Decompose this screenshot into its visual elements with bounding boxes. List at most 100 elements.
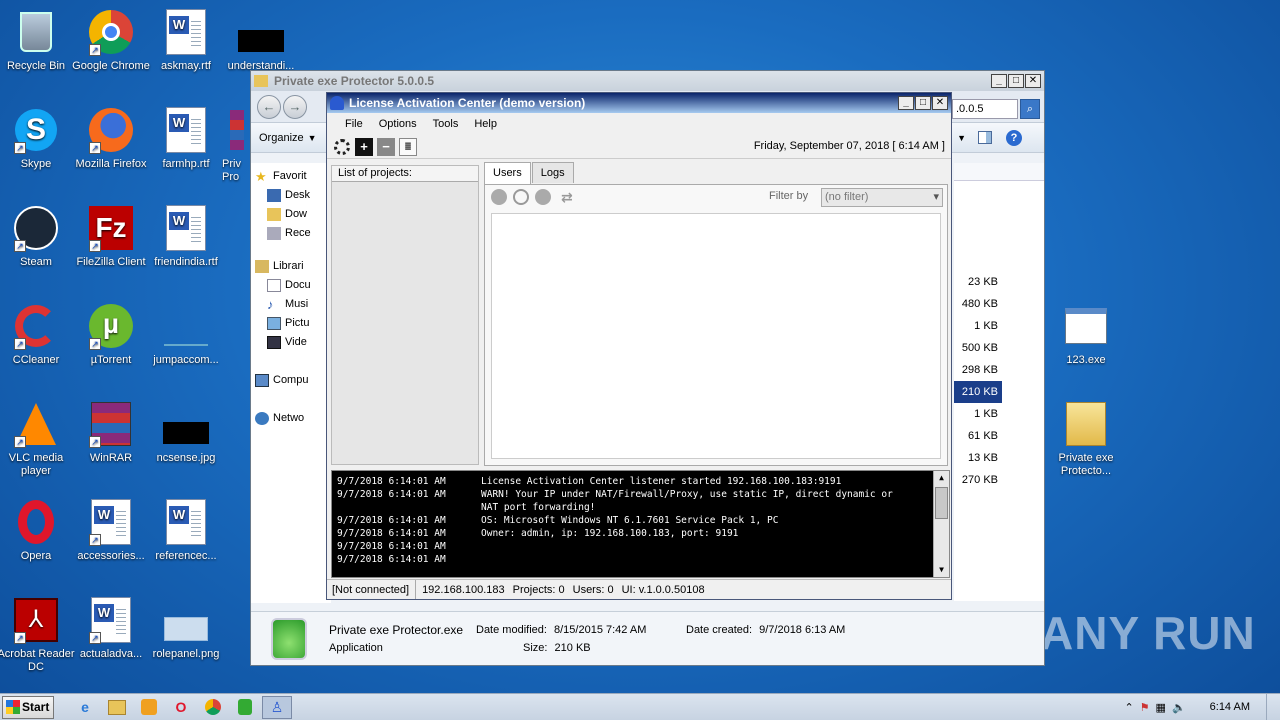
nav-item-documents[interactable]: Docu — [251, 276, 331, 295]
volume-icon[interactable]: 🔈 — [1172, 701, 1186, 714]
file-size-cell[interactable]: 270 KB — [954, 469, 1002, 491]
menu-tools[interactable]: Tools — [425, 118, 467, 130]
nav-item-network[interactable]: Netwo — [251, 409, 331, 428]
desktop-icon-private-exe-folder[interactable]: Private exe Protecto... — [1047, 400, 1125, 478]
scroll-down-icon[interactable]: ▼ — [934, 563, 949, 577]
lac-title-bar[interactable]: License Activation Center (demo version)… — [327, 93, 951, 113]
file-size-cell[interactable]: 61 KB — [954, 425, 1002, 447]
desktop-icon-firefox[interactable]: ↗ Mozilla Firefox — [72, 106, 150, 171]
preview-pane-icon[interactable] — [978, 131, 992, 144]
desktop-icon-farmhp[interactable]: W farmhp.rtf — [147, 106, 225, 171]
nav-item-computer[interactable]: Compu — [251, 371, 331, 390]
desktop-icon-recycle-bin[interactable]: Recycle Bin — [0, 8, 75, 73]
nav-item-pictures[interactable]: Pictu — [251, 314, 331, 333]
desktop-icon-winrar[interactable]: ↗ WinRAR — [72, 400, 150, 465]
scroll-thumb[interactable] — [935, 487, 948, 519]
clock[interactable]: 6:14 AM — [1210, 701, 1250, 713]
lock-icon[interactable] — [230, 696, 260, 719]
nav-item-downloads[interactable]: Dow — [251, 205, 331, 224]
nav-item-desktop[interactable]: Desk — [251, 186, 331, 205]
menu-help[interactable]: Help — [466, 118, 505, 130]
search-icon[interactable]: ⌕ — [1020, 99, 1040, 119]
tab-users[interactable]: Users — [484, 162, 531, 184]
desktop-icon-chrome[interactable]: ↗ Google Chrome — [72, 8, 150, 73]
add-project-button[interactable]: + — [355, 137, 373, 156]
desktop-icon-understandi[interactable]: understandi... — [222, 8, 300, 73]
refresh-icon[interactable]: ⇄ — [561, 189, 573, 206]
chevron-up-icon[interactable]: ⌃ — [1124, 701, 1133, 714]
start-server-icon[interactable] — [333, 138, 351, 156]
desktop-icon-filezilla[interactable]: Fz ↗ FileZilla Client — [72, 204, 150, 269]
desktop-icon-askmay[interactable]: W askmay.rtf — [147, 8, 225, 73]
internet-explorer-icon[interactable]: e — [70, 696, 100, 719]
users-list[interactable] — [491, 213, 941, 459]
nav-item-recent[interactable]: Rece — [251, 224, 331, 243]
desktop-icon-friendindia[interactable]: W friendindia.rtf — [147, 204, 225, 269]
scroll-up-icon[interactable]: ▲ — [934, 471, 949, 485]
project-properties-icon[interactable]: ≣ — [399, 137, 417, 156]
size-column-header[interactable] — [954, 163, 1044, 181]
desktop-icon-steam[interactable]: ↗ Steam — [0, 204, 75, 269]
desktop-icon-jumpaccom[interactable]: jumpaccom... — [147, 302, 225, 367]
desktop-icon-utorrent[interactable]: µ ↗ µTorrent — [72, 302, 150, 367]
action-center-flag-icon[interactable]: ⚑ — [1140, 701, 1150, 714]
media-player-icon[interactable] — [134, 696, 164, 719]
desktop-icon-opera[interactable]: Opera — [0, 498, 75, 563]
file-size-cell[interactable]: 13 KB — [954, 447, 1002, 469]
close-button[interactable]: ✕ — [1025, 74, 1041, 88]
network-icon[interactable]: ▦ — [1156, 701, 1166, 714]
address-bar[interactable]: .0.0.5 — [952, 99, 1018, 119]
explorer-title-bar[interactable]: Private exe Protector 5.0.0.5 _ □ ✕ — [251, 71, 1044, 91]
nav-item-libraries[interactable]: Librari — [251, 257, 331, 276]
nav-item-videos[interactable]: Vide — [251, 333, 331, 352]
minimize-button[interactable]: _ — [898, 96, 914, 110]
desktop-icon-partial[interactable]: Priv Pro — [222, 106, 252, 184]
license-center-icon[interactable]: ♙ — [262, 695, 292, 719]
desktop-icon-acrobat[interactable]: ⅄ ↗ Acrobat Reader DC — [0, 596, 75, 674]
desktop-icon-accessories[interactable]: W ↗ accessories... — [72, 498, 150, 563]
forward-arrow-icon[interactable]: → — [283, 94, 307, 119]
log-console[interactable]: 9/7/2018 6:14:01 AM License Activation Ce… — [331, 470, 950, 578]
desktop-icon-ncsense[interactable]: ncsense.jpg — [147, 400, 225, 465]
maximize-button[interactable]: □ — [915, 96, 931, 110]
chevron-down-icon[interactable]: ▼ — [308, 133, 317, 143]
desktop-icon-rolepanel[interactable]: rolepanel.png — [147, 596, 225, 661]
remove-user-icon[interactable] — [535, 189, 551, 205]
filter-dropdown[interactable]: (no filter) — [821, 188, 943, 207]
edit-user-icon[interactable] — [513, 189, 529, 205]
menu-file[interactable]: File — [337, 118, 371, 130]
minimize-button[interactable]: _ — [991, 74, 1007, 88]
image-thumbnail-icon — [162, 596, 210, 644]
show-desktop-button[interactable] — [1266, 694, 1280, 720]
desktop-icon-skype[interactable]: S ↗ Skype — [0, 106, 75, 171]
nav-item-favorites[interactable]: ★ Favorit — [251, 167, 331, 186]
file-size-cell[interactable]: 298 KB — [954, 359, 1002, 381]
chrome-icon[interactable] — [198, 696, 228, 719]
file-size-cell[interactable]: 500 KB — [954, 337, 1002, 359]
file-size-cell[interactable]: 1 KB — [954, 403, 1002, 425]
desktop-icon-actualadva[interactable]: W ↗ actualadva... — [72, 596, 150, 661]
maximize-button[interactable]: □ — [1008, 74, 1024, 88]
start-button[interactable]: Start — [2, 695, 54, 719]
remove-project-button[interactable]: − — [377, 137, 395, 156]
desktop-icon-123-exe[interactable]: 123.exe — [1047, 302, 1125, 367]
chevron-down-icon[interactable]: ▼ — [957, 133, 966, 143]
file-size-cell[interactable]: 210 KB — [954, 381, 1002, 403]
organize-button[interactable]: Organize — [259, 132, 304, 144]
opera-icon[interactable]: O — [166, 696, 196, 719]
file-size-cell[interactable]: 480 KB — [954, 293, 1002, 315]
menu-options[interactable]: Options — [371, 118, 425, 130]
close-button[interactable]: ✕ — [932, 96, 948, 110]
desktop-icon-referencec[interactable]: W referencec... — [147, 498, 225, 563]
desktop-icon-ccleaner[interactable]: ↗ CCleaner — [0, 302, 75, 367]
add-user-icon[interactable] — [491, 189, 507, 205]
nav-item-music[interactable]: ♪ Musi — [251, 295, 331, 314]
help-icon[interactable]: ? — [1006, 129, 1022, 146]
back-arrow-icon[interactable]: ← — [257, 94, 281, 119]
file-size-cell[interactable]: 1 KB — [954, 315, 1002, 337]
desktop-icon-vlc[interactable]: ↗ VLC media player — [0, 400, 75, 478]
file-explorer-icon[interactable] — [102, 696, 132, 719]
tab-logs[interactable]: Logs — [531, 162, 574, 183]
log-scrollbar[interactable]: ▲ ▼ — [933, 471, 949, 577]
file-size-cell[interactable]: 23 KB — [954, 271, 1002, 293]
